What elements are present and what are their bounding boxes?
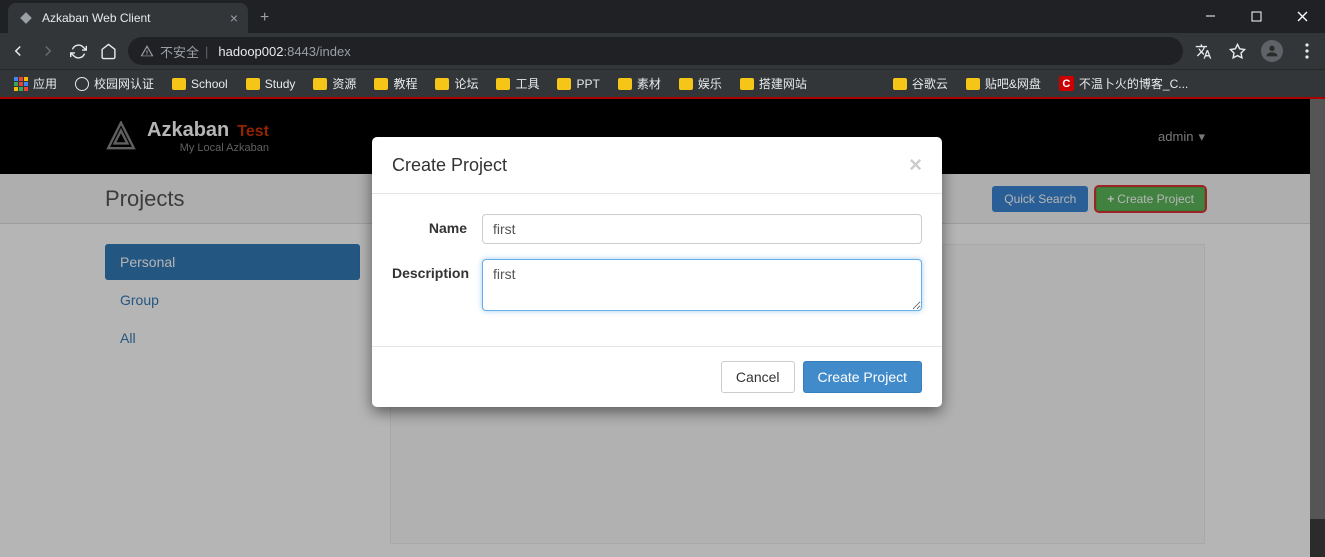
bookmark-item[interactable]: 工具 xyxy=(496,75,539,92)
folder-icon xyxy=(966,78,980,90)
bookmark-label: 素材 xyxy=(637,75,661,92)
bookmark-label: 搭建网站 xyxy=(759,75,807,92)
folder-icon xyxy=(893,78,907,90)
bookmark-item[interactable]: 教程 xyxy=(374,75,417,92)
description-input[interactable] xyxy=(482,259,922,311)
bookmark-label: 资源 xyxy=(332,75,356,92)
url-host: hadoop002 xyxy=(218,44,283,59)
bookmark-label: 工具 xyxy=(515,75,539,92)
bookmark-item[interactable]: 贴吧&网盘 xyxy=(966,75,1041,92)
tab-title: Azkaban Web Client xyxy=(42,11,230,25)
window-minimize-button[interactable] xyxy=(1187,0,1233,33)
forward-button[interactable] xyxy=(38,41,58,61)
bookmark-label: 娱乐 xyxy=(698,75,722,92)
url-path: :8443/index xyxy=(283,44,350,59)
insecure-label: 不安全 xyxy=(160,42,199,61)
window-close-button[interactable] xyxy=(1279,0,1325,33)
scrollbar-thumb[interactable] xyxy=(1310,99,1325,519)
window-maximize-button[interactable] xyxy=(1233,0,1279,33)
folder-icon xyxy=(496,78,510,90)
modal-footer: Cancel Create Project xyxy=(372,346,942,407)
folder-icon xyxy=(679,78,693,90)
bookmark-item[interactable]: 论坛 xyxy=(435,75,478,92)
browser-tab[interactable]: Azkaban Web Client × xyxy=(8,3,248,33)
submit-create-project-button[interactable]: Create Project xyxy=(803,361,922,393)
bookmark-item[interactable]: Study xyxy=(246,77,296,91)
bookmark-item[interactable]: 校园网认证 xyxy=(75,75,154,92)
bookmark-star-icon[interactable] xyxy=(1227,41,1247,61)
modal-title: Create Project xyxy=(392,155,507,176)
modal-close-icon[interactable]: × xyxy=(909,152,922,178)
bookmark-label: PPT xyxy=(576,77,599,91)
folder-icon xyxy=(313,78,327,90)
modal-header: Create Project × xyxy=(372,137,942,194)
bookmark-item[interactable]: School xyxy=(172,77,228,91)
bookmark-item[interactable]: 资源 xyxy=(313,75,356,92)
bookmark-label: 应用 xyxy=(33,75,57,92)
bookmark-label: School xyxy=(191,77,228,91)
bookmark-item[interactable]: 搭建网站 xyxy=(740,75,807,92)
description-label: Description xyxy=(392,259,482,281)
home-button[interactable] xyxy=(98,41,118,61)
globe-icon xyxy=(75,77,89,91)
bookmark-label: 校园网认证 xyxy=(94,75,154,92)
profile-avatar-icon[interactable] xyxy=(1261,40,1283,62)
name-input[interactable] xyxy=(482,214,922,244)
browser-tab-strip: Azkaban Web Client × + xyxy=(0,0,1325,33)
folder-icon xyxy=(246,78,260,90)
tab-close-icon[interactable]: × xyxy=(230,10,238,26)
address-bar: 不安全 | hadoop002:8443/index xyxy=(0,33,1325,69)
bookmark-label: 论坛 xyxy=(454,75,478,92)
cancel-button[interactable]: Cancel xyxy=(721,361,795,393)
translate-icon[interactable] xyxy=(1193,41,1213,61)
bookmark-item[interactable]: 娱乐 xyxy=(679,75,722,92)
url-input[interactable]: 不安全 | hadoop002:8443/index xyxy=(128,37,1183,65)
folder-icon xyxy=(374,78,388,90)
bookmark-item[interactable]: 素材 xyxy=(618,75,661,92)
folder-icon xyxy=(557,78,571,90)
create-project-modal: Create Project × Name Description Cancel… xyxy=(372,137,942,407)
bookmark-item[interactable]: C 不温卜火的博客_C... xyxy=(1059,75,1188,92)
bookmark-item[interactable]: 应用 xyxy=(14,75,57,92)
bookmark-label: 谷歌云 xyxy=(912,75,948,92)
bookmarks-bar: 应用 校园网认证 School Study 资源 教程 论坛 工具 PPT 素材 娱乐 搭建网站 谷歌云… xyxy=(0,69,1325,99)
bookmark-label: 贴吧&网盘 xyxy=(985,75,1041,92)
bookmark-label: 不温卜火的博客_C... xyxy=(1079,75,1188,92)
reload-button[interactable] xyxy=(68,41,88,61)
page-scrollbar[interactable] xyxy=(1310,99,1325,557)
window-controls xyxy=(1187,0,1325,33)
folder-icon xyxy=(435,78,449,90)
bookmark-item[interactable]: 谷歌云 xyxy=(893,75,948,92)
folder-icon xyxy=(740,78,754,90)
bookmark-label: Study xyxy=(265,77,296,91)
folder-icon xyxy=(618,78,632,90)
bookmark-item[interactable]: PPT xyxy=(557,77,599,91)
new-tab-button[interactable]: + xyxy=(260,9,269,27)
name-label: Name xyxy=(392,214,482,236)
insecure-warning-icon: 不安全 | xyxy=(140,42,208,61)
bookmark-label: 教程 xyxy=(393,75,417,92)
apps-icon xyxy=(14,77,28,91)
modal-body: Name Description xyxy=(372,194,942,346)
back-button[interactable] xyxy=(8,41,28,61)
tab-favicon xyxy=(18,10,34,26)
site-icon: C xyxy=(1059,76,1074,91)
folder-icon xyxy=(172,78,186,90)
browser-menu-icon[interactable] xyxy=(1297,41,1317,61)
